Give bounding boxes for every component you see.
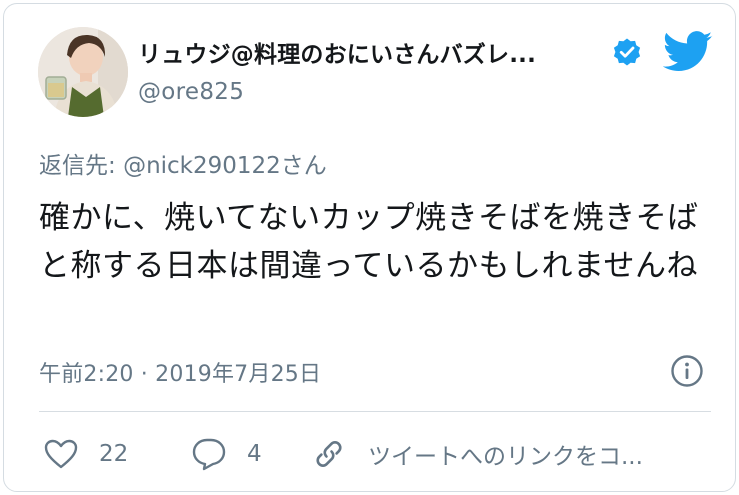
author-display-name[interactable]: リュウジ@料理のおにいさんバズレ... — [138, 35, 593, 69]
tweet-card: リュウジ@料理のおにいさんバズレ... @ore825 返信先: @nick29… — [3, 3, 736, 492]
reply-to-mention[interactable]: @nick290122 — [123, 153, 281, 179]
author-handle[interactable]: @ore825 — [138, 79, 244, 105]
reply-to-suffix: さん — [280, 153, 327, 179]
reply-to-line: 返信先: @nick290122さん — [39, 146, 327, 180]
like-count: 22 — [99, 441, 129, 467]
like-button[interactable]: 22 — [43, 432, 128, 476]
comment-bubble-icon — [192, 438, 226, 471]
info-icon[interactable] — [670, 354, 704, 388]
tweet-text: 確かに、焼いてないカップ焼きそばを焼きそばと称する日本は間違っているかもしれませ… — [39, 200, 699, 284]
divider — [39, 411, 711, 412]
verified-badge-icon — [613, 38, 641, 66]
link-icon — [316, 441, 342, 467]
reply-to-prefix: 返信先: — [39, 153, 124, 179]
tweet-actions: 22 4 ツイートへのリンクをコ... — [39, 432, 711, 476]
heart-icon — [44, 439, 78, 469]
copy-link-label: ツイートへのリンクをコ... — [368, 444, 643, 470]
reply-count: 4 — [247, 441, 262, 467]
tweet-timestamp[interactable]: 午前2:20 · 2019年7月25日 — [39, 356, 321, 388]
reply-button[interactable]: 4 — [191, 432, 262, 476]
twitter-bird-icon[interactable] — [663, 31, 713, 73]
avatar-photo — [38, 27, 128, 117]
copy-link-button[interactable]: ツイートへのリンクをコ... — [312, 432, 643, 476]
avatar[interactable] — [38, 27, 128, 117]
